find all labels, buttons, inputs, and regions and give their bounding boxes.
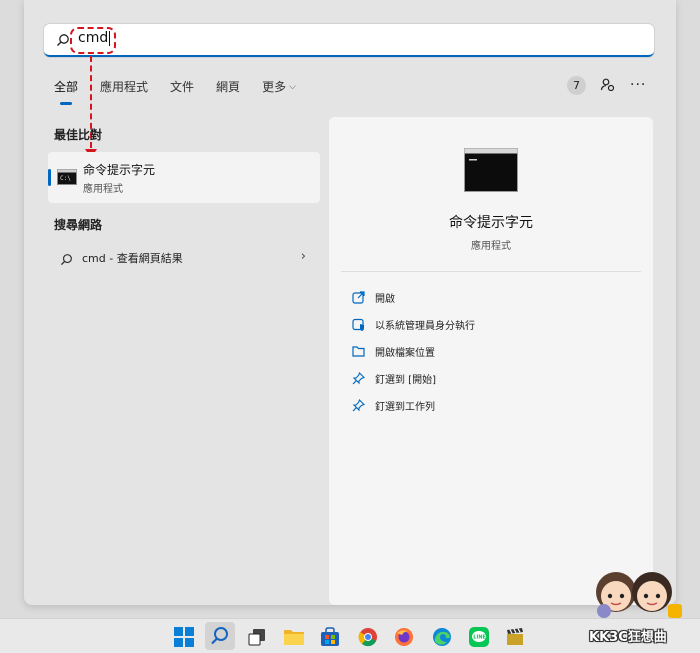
action-open[interactable]: 開啟 (351, 287, 395, 307)
divider (341, 271, 641, 272)
svg-text:C:\: C:\ (60, 175, 71, 182)
windows-start-icon[interactable] (172, 625, 196, 649)
svg-text:LINE: LINE (473, 635, 486, 641)
search-icon (56, 32, 70, 51)
command-prompt-large-icon (464, 148, 518, 196)
action-pin-to-start[interactable]: 釘選到 [開始] (351, 368, 436, 388)
pin-icon (351, 398, 365, 412)
action-open-file-location[interactable]: 開啟檔案位置 (351, 341, 435, 361)
open-external-icon (351, 290, 365, 304)
best-match-item[interactable]: C:\ 命令提示字元 應用程式 (48, 152, 320, 203)
rewards-badge[interactable]: 7 (567, 76, 586, 95)
firefox-icon[interactable] (392, 625, 416, 649)
store-icon[interactable] (318, 625, 342, 649)
clapper-icon[interactable] (503, 625, 527, 649)
detail-app-kind: 應用程式 (471, 241, 511, 252)
edge-icon[interactable] (430, 625, 454, 649)
chevron-down-icon: ⌵ (289, 81, 296, 92)
web-search-text: cmd - 查看網頁結果 (82, 252, 183, 265)
search-input[interactable]: cmd (44, 24, 654, 57)
best-match-title: 命令提示字元 (83, 163, 156, 177)
web-search-item[interactable]: cmd - 查看網頁結果 › (48, 246, 320, 270)
web-search-label: 搜尋網路 (54, 218, 103, 232)
best-match-label: 最佳比對 (54, 128, 103, 142)
filter-tabs: 全部 應用程式 文件 網頁 更多 ⌵ (54, 78, 318, 105)
pin-icon (351, 371, 365, 385)
annotation-highlight-box (70, 27, 116, 54)
detail-app-name: 命令提示字元 (449, 215, 533, 231)
tab-documents[interactable]: 文件 (170, 78, 194, 105)
search-icon (60, 251, 73, 270)
line-icon[interactable]: LINE (467, 625, 491, 649)
best-match-subtitle: 應用程式 (83, 184, 123, 195)
task-view-icon[interactable] (245, 625, 269, 649)
detail-pane: 命令提示字元 應用程式 開啟 以系統管理員身分執行 開啟檔案位置 釘選到 [開始… (329, 117, 653, 605)
chevron-right-icon: › (300, 249, 306, 264)
tab-web[interactable]: 網頁 (216, 78, 240, 105)
account-switch-icon[interactable] (600, 77, 616, 97)
tab-apps[interactable]: 應用程式 (100, 78, 148, 105)
search-icon[interactable] (205, 622, 235, 650)
folder-icon (351, 344, 365, 358)
more-options-icon[interactable]: ··· (630, 77, 646, 93)
watermark-text: KK3C狂想曲 (589, 630, 667, 645)
tab-more[interactable]: 更多 ⌵ (262, 78, 296, 105)
tab-all[interactable]: 全部 (54, 78, 78, 105)
selection-indicator (48, 169, 51, 186)
action-run-as-admin[interactable]: 以系統管理員身分執行 (351, 314, 475, 334)
shield-admin-icon (351, 317, 365, 331)
action-pin-to-taskbar[interactable]: 釘選到工作列 (351, 395, 435, 415)
command-prompt-icon: C:\ (57, 169, 77, 189)
file-explorer-icon[interactable] (282, 625, 306, 649)
chrome-icon[interactable] (356, 625, 380, 649)
